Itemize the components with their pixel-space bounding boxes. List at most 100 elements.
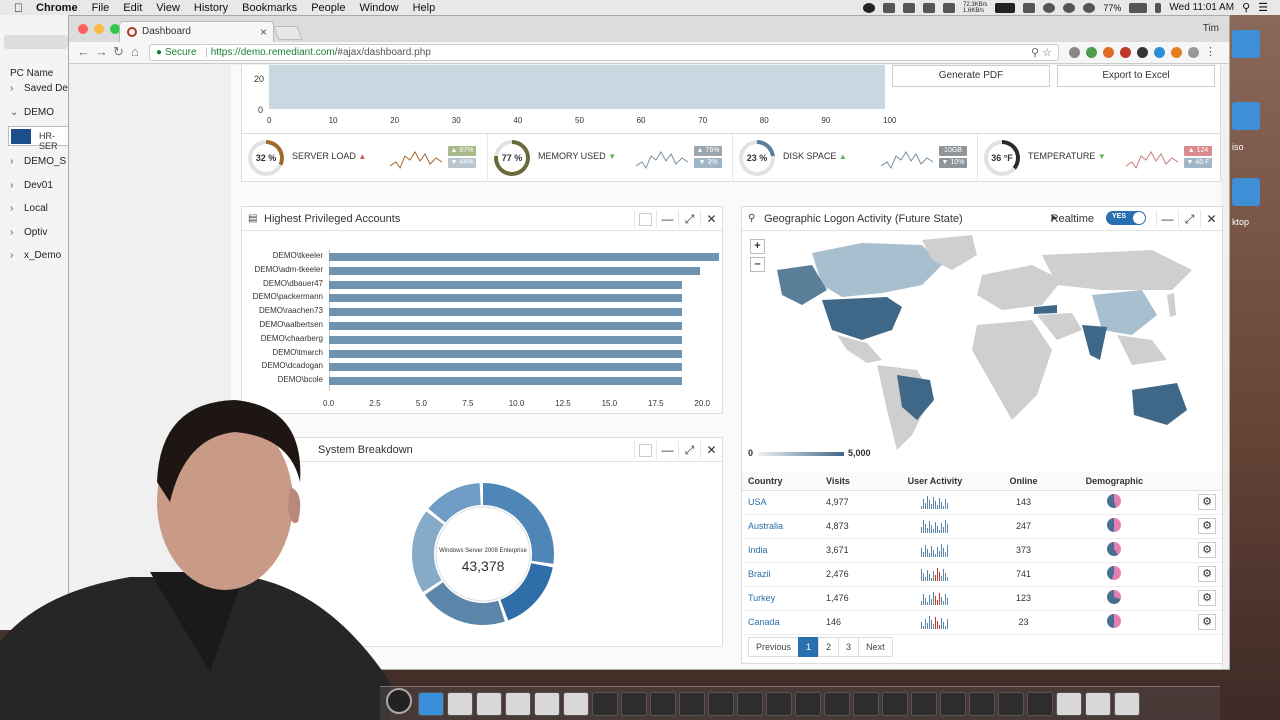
bar[interactable] bbox=[329, 349, 682, 358]
chevron-right-icon[interactable]: › bbox=[10, 156, 24, 167]
browser-menu-icon[interactable]: ⋮ bbox=[1205, 47, 1216, 58]
expand-panel-icon[interactable]: ⤢ bbox=[678, 441, 700, 459]
dock-window-icon[interactable] bbox=[476, 691, 502, 716]
tree-item-demo-s[interactable]: › DEMO_S bbox=[10, 156, 70, 167]
table-row[interactable]: USA 4,977 143 ⚙ bbox=[742, 490, 1222, 515]
select-box[interactable] bbox=[634, 441, 656, 459]
tree-item-x-demo[interactable]: › x_Demo bbox=[10, 250, 70, 261]
menu-help[interactable]: Help bbox=[413, 2, 436, 14]
time-machine-icon[interactable] bbox=[1063, 2, 1076, 13]
menu-app-name[interactable]: Chrome bbox=[36, 2, 78, 14]
dock-window-icon[interactable] bbox=[911, 691, 937, 716]
forward-icon[interactable]: → bbox=[95, 45, 108, 59]
pagination-page[interactable]: 2 bbox=[818, 637, 840, 657]
dock-window-icon[interactable] bbox=[534, 691, 560, 716]
menu-history[interactable]: History bbox=[194, 2, 228, 14]
dock-window-icon[interactable] bbox=[1027, 691, 1053, 716]
country-cell[interactable]: Brazil bbox=[742, 562, 821, 587]
dock-window-icon[interactable] bbox=[853, 691, 879, 716]
back-icon[interactable]: ← bbox=[77, 45, 90, 59]
dock-window-icon[interactable] bbox=[505, 691, 531, 716]
country-cell[interactable]: Turkey bbox=[742, 586, 821, 611]
dock-window-icon[interactable] bbox=[882, 691, 908, 716]
gear-icon[interactable]: ⚙ bbox=[1198, 518, 1216, 534]
close-panel-icon[interactable]: ✕ bbox=[700, 210, 722, 228]
apple-menu-icon[interactable]:  bbox=[14, 2, 26, 14]
world-map[interactable] bbox=[772, 235, 1212, 455]
menu-bookmarks[interactable]: Bookmarks bbox=[242, 2, 297, 14]
dock-window-icon[interactable] bbox=[708, 691, 734, 716]
tab-dashboard[interactable]: Dashboard × bbox=[119, 21, 274, 42]
dock-window-icon[interactable] bbox=[650, 691, 676, 716]
realtime-toggle[interactable]: YES bbox=[1106, 211, 1146, 225]
menu-people[interactable]: People bbox=[311, 2, 345, 14]
dock-window-icon[interactable] bbox=[824, 691, 850, 716]
dock-window-icon[interactable] bbox=[940, 691, 966, 716]
bluetooth-icon[interactable] bbox=[1155, 2, 1162, 13]
new-tab-button[interactable] bbox=[273, 26, 303, 40]
profile-user[interactable]: Tim bbox=[1203, 23, 1219, 34]
bar[interactable] bbox=[329, 294, 682, 303]
battery-icon[interactable] bbox=[1129, 2, 1148, 13]
zoom-out-button[interactable]: – bbox=[750, 257, 765, 272]
desktop-folder-icon[interactable] bbox=[1232, 30, 1260, 58]
spotlight-icon[interactable]: ⚲ bbox=[1242, 1, 1250, 14]
extension-icon[interactable] bbox=[1120, 47, 1131, 58]
minimize-panel-icon[interactable]: — bbox=[656, 441, 678, 459]
tree-item-dev01[interactable]: › Dev01 bbox=[10, 180, 70, 191]
dock-app-icon[interactable] bbox=[418, 691, 444, 716]
extension-icon[interactable] bbox=[1069, 47, 1080, 58]
pagination-page[interactable]: 1 bbox=[798, 637, 820, 657]
cloud-icon[interactable] bbox=[923, 2, 936, 13]
menu-window[interactable]: Window bbox=[359, 2, 398, 14]
tree-item-local[interactable]: › Local bbox=[10, 203, 70, 214]
dock-window-icon[interactable] bbox=[563, 691, 589, 716]
close-tab-icon[interactable]: × bbox=[260, 25, 267, 39]
bar[interactable] bbox=[329, 280, 682, 289]
close-panel-icon[interactable]: ✕ bbox=[700, 441, 722, 459]
bar[interactable] bbox=[329, 377, 682, 386]
obs-app-icon[interactable] bbox=[386, 688, 412, 714]
wifi-icon[interactable] bbox=[1083, 2, 1096, 13]
clock[interactable]: Wed 11:01 AM bbox=[1169, 2, 1234, 13]
monitor-icon[interactable] bbox=[995, 2, 1016, 13]
gear-icon[interactable]: ⚙ bbox=[1198, 590, 1216, 606]
country-cell[interactable]: India bbox=[742, 538, 821, 563]
menu-file[interactable]: File bbox=[92, 2, 110, 14]
tree-item-optiv[interactable]: › Optiv bbox=[10, 227, 70, 238]
dock-window-icon[interactable] bbox=[592, 691, 618, 716]
col-online[interactable]: Online bbox=[990, 472, 1057, 491]
dock-window-icon[interactable] bbox=[969, 691, 995, 716]
pagination-previous[interactable]: Previous bbox=[748, 637, 800, 657]
chevron-right-icon[interactable]: › bbox=[10, 83, 24, 94]
chevron-right-icon[interactable]: › bbox=[10, 203, 24, 214]
gear-icon[interactable]: ⚙ bbox=[1198, 542, 1216, 558]
tree-item-hr-server[interactable]: HR-SER bbox=[8, 126, 70, 151]
extension-icon[interactable] bbox=[1154, 47, 1165, 58]
dock-window-icon[interactable] bbox=[1085, 691, 1111, 716]
gear-icon[interactable]: ⚙ bbox=[1198, 494, 1216, 510]
minimize-window-icon[interactable] bbox=[94, 24, 104, 34]
home-icon[interactable]: ⌂ bbox=[131, 45, 139, 59]
pagination-next[interactable]: Next bbox=[858, 637, 893, 657]
chevron-right-icon[interactable]: › bbox=[10, 227, 24, 238]
bolt-icon[interactable] bbox=[943, 2, 956, 13]
col-country[interactable]: Country bbox=[742, 472, 821, 491]
table-row[interactable]: Canada 146 23 ⚙ bbox=[742, 610, 1222, 635]
chevron-right-icon[interactable]: › bbox=[10, 180, 24, 191]
dock-window-icon[interactable] bbox=[1056, 691, 1082, 716]
record-icon[interactable] bbox=[863, 2, 876, 13]
col-demographic[interactable]: Demographic bbox=[1056, 472, 1173, 491]
pagination-page[interactable]: 3 bbox=[838, 637, 860, 657]
notification-center-icon[interactable]: ☰ bbox=[1258, 1, 1268, 14]
zoom-icon[interactable]: ⚲ bbox=[1031, 47, 1039, 59]
close-panel-icon[interactable]: ✕ bbox=[1200, 210, 1222, 228]
pocket-icon[interactable] bbox=[1137, 47, 1148, 58]
col-visits[interactable]: Visits bbox=[820, 472, 880, 491]
bar[interactable] bbox=[329, 253, 719, 261]
dock-window-icon[interactable] bbox=[737, 691, 763, 716]
country-cell[interactable]: USA bbox=[742, 490, 821, 515]
select-box[interactable] bbox=[634, 210, 656, 228]
menu-view[interactable]: View bbox=[156, 2, 180, 14]
generate-pdf-button[interactable]: Generate PDF bbox=[892, 65, 1050, 87]
